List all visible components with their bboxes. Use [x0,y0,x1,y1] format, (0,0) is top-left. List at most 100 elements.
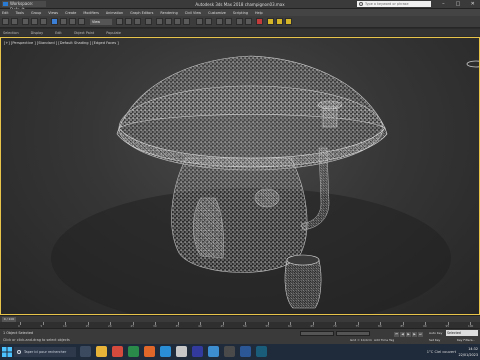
app-icon[interactable] [176,346,187,357]
auto-key-button[interactable]: Auto Key [429,331,443,336]
layer-explorer-icon[interactable] [216,18,223,25]
terminal-icon[interactable] [224,346,235,357]
viewcube[interactable] [465,56,479,68]
menu-civil-view[interactable]: Civil View [185,11,201,15]
clock-date: 22/01/2023 [458,353,478,357]
search-icon [359,2,363,6]
x-coordinate-field[interactable] [300,331,334,336]
undo-icon[interactable] [2,18,9,25]
play-icon[interactable]: ▶ [406,332,411,337]
window [254,188,280,208]
curve-editor-icon[interactable] [236,18,243,25]
menu-views[interactable]: Views [48,11,58,15]
windows-start-icon[interactable] [2,347,12,357]
menu-graph-editors[interactable]: Graph Editors [130,11,153,15]
menu-customize[interactable]: Customize [208,11,226,15]
taskbar-search[interactable]: Taper ici pour rechercher [14,347,76,357]
mushroom-house-wireframe [51,55,451,314]
move-icon[interactable] [116,18,123,25]
window-crossing-icon[interactable] [78,18,85,25]
viewcube-icon [466,60,479,68]
search-icon [17,350,21,354]
set-key-button[interactable]: Set Key [429,338,440,342]
bind-space-warp-icon[interactable] [40,18,47,25]
barrel [284,259,322,309]
material-editor-icon[interactable] [256,18,263,25]
unlink-icon[interactable] [31,18,38,25]
percent-snap-icon[interactable] [174,18,181,25]
minimize-button[interactable]: – [436,0,451,9]
time-slider-bar[interactable]: 0 / 100 [0,315,480,322]
menu-help[interactable]: Help [255,11,263,15]
rotate-icon[interactable] [125,18,132,25]
key-filters-button[interactable]: Key Filters... [457,338,475,342]
ribbon-object-paint[interactable]: Object Paint [74,31,95,35]
ribbon-populate[interactable]: Populate [106,31,121,35]
align-icon[interactable] [205,18,212,25]
angle-snap-icon[interactable] [165,18,172,25]
timeline-tick [20,322,21,325]
select-object-icon[interactable] [51,18,58,25]
perspective-viewport[interactable]: [+] [Perspective ] [Standard ] [Default … [0,37,480,315]
teams-icon[interactable] [192,346,203,357]
ribbon-edit[interactable]: Edit [55,31,62,35]
menu-animation[interactable]: Animation [106,11,123,15]
rendered-frame-icon[interactable] [276,18,283,25]
edge-icon[interactable] [160,346,171,357]
menu-scripting[interactable]: Scripting [233,11,248,15]
menu-rendering[interactable]: Rendering [160,11,177,15]
title-bar: Workspace: Default Autodesk 3ds Max 2018… [0,0,480,12]
workspace-selector[interactable]: Workspace: Default [2,1,46,12]
reference-coordinate-select[interactable]: View [90,19,112,25]
ribbon-display[interactable]: Display [31,31,44,35]
prompt-line: Click or click-and-drag to select object… [3,338,70,342]
selection-status: 1 Object Selected [3,331,34,335]
excel-icon[interactable] [128,346,139,357]
ribbon-bar: Selection Display Edit Object Paint Popu… [0,29,480,36]
word-icon[interactable] [240,346,251,357]
3ds-max-icon[interactable] [256,346,267,357]
link-icon[interactable] [22,18,29,25]
add-time-tag[interactable]: Add Time Tag [374,338,394,342]
grid-size: Grid = 10,0cm [350,338,372,342]
spinner-snap-icon[interactable] [183,18,190,25]
firefox-icon[interactable] [144,346,155,357]
file-explorer-icon[interactable] [96,346,107,357]
taskbar-search-text: Taper ici pour rechercher [24,350,67,354]
maximize-button[interactable]: □ [451,0,466,9]
pivot-center-icon[interactable] [145,18,152,25]
menu-group[interactable]: Group [31,11,41,15]
mushroom-stem [171,157,308,273]
selection-region-icon[interactable] [69,18,76,25]
select-by-name-icon[interactable] [60,18,67,25]
system-clock[interactable]: 14:32 22/01/2023 [458,346,478,358]
render-production-icon[interactable] [285,18,292,25]
render-setup-icon[interactable] [267,18,274,25]
y-coordinate-field[interactable] [336,331,370,336]
scene-explorer-icon[interactable] [225,18,232,25]
task-view-icon[interactable] [80,346,91,357]
go-to-start-icon[interactable]: ⏮ [394,332,399,337]
redo-icon[interactable] [11,18,18,25]
ribbon-selection[interactable]: Selection [3,31,19,35]
go-to-end-icon[interactable]: ⏭ [418,332,423,337]
previous-frame-icon[interactable]: ◀ [400,332,405,337]
search-placeholder: Type a keyword or phrase [365,2,409,6]
weather-widget[interactable]: 1°C Ciel couvert [427,347,456,357]
chrome-icon[interactable] [112,346,123,357]
snap-toggle-icon[interactable] [156,18,163,25]
menu-create[interactable]: Create [65,11,76,15]
menu-edit[interactable]: Edit [2,11,9,15]
scale-icon[interactable] [134,18,141,25]
photos-icon[interactable] [208,346,219,357]
playback-controls: ⏮ ◀ ▶ ▶ ⏭ [394,331,424,337]
mirror-icon[interactable] [196,18,203,25]
schematic-view-icon[interactable] [245,18,252,25]
os-taskbar: Taper ici pour rechercher 1°C Ciel couve… [0,344,480,360]
menu-modifiers[interactable]: Modifiers [83,11,98,15]
menu-tools[interactable]: Tools [16,11,24,15]
next-frame-icon[interactable]: ▶ [412,332,417,337]
search-input[interactable]: Type a keyword or phrase [357,1,431,7]
selection-set-dropdown[interactable]: Selected [446,330,478,336]
close-button[interactable]: ✕ [465,0,480,9]
